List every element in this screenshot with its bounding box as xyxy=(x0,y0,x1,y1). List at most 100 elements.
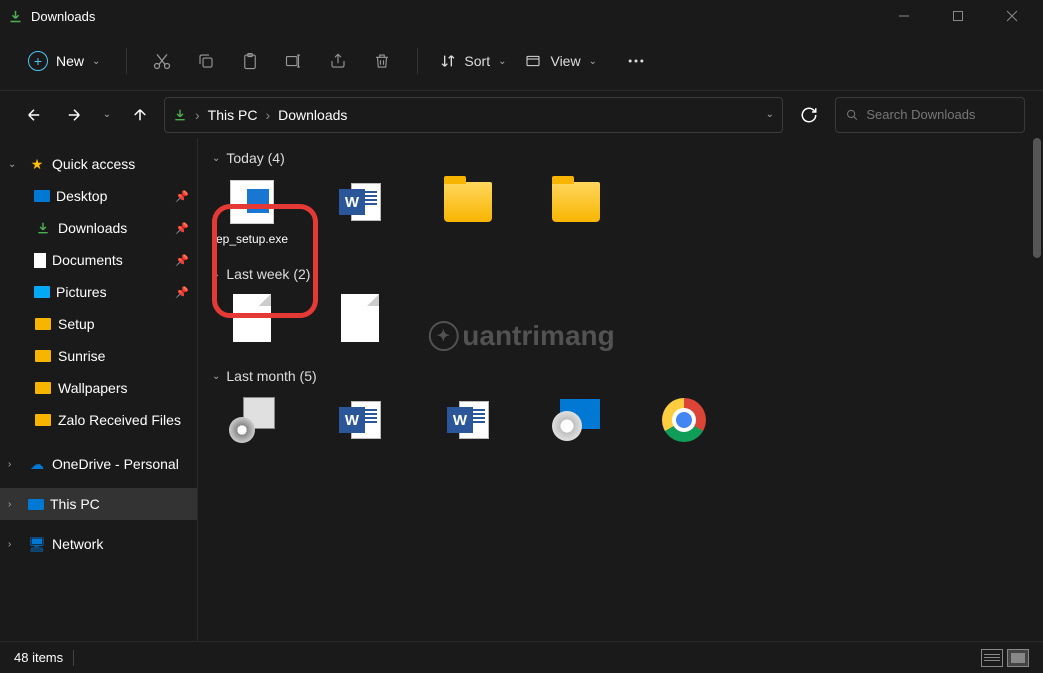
pin-icon: 📌 xyxy=(175,222,189,235)
window-title: Downloads xyxy=(31,9,95,24)
file-icon xyxy=(341,294,379,342)
file-ep-setup[interactable]: ep_setup.exe xyxy=(212,178,292,246)
exe-icon xyxy=(230,180,274,224)
toolbar: + New ⌄ Sort ⌄ View ⌄ xyxy=(0,32,1043,90)
file-word-doc[interactable]: W xyxy=(320,178,400,246)
chevron-down-icon: ⌄ xyxy=(8,159,22,170)
chevron-down-icon: ⌄ xyxy=(212,269,220,280)
onedrive-icon: ☁ xyxy=(28,455,46,473)
group-today-header[interactable]: ⌄ Today (4) xyxy=(212,150,1035,166)
file-blank[interactable] xyxy=(320,294,400,348)
chevron-right-icon: › xyxy=(8,539,22,550)
folder-item[interactable] xyxy=(428,178,508,246)
file-word-doc[interactable]: W xyxy=(320,396,400,450)
chevron-down-icon: ⌄ xyxy=(212,371,220,382)
disc-icon xyxy=(552,399,600,441)
file-icon xyxy=(233,294,271,342)
minimize-button[interactable] xyxy=(881,0,927,32)
pc-icon xyxy=(28,499,44,510)
forward-button[interactable] xyxy=(58,99,90,131)
file-installer[interactable] xyxy=(212,396,292,450)
sidebar-thispc[interactable]: › This PC xyxy=(0,488,197,520)
file-list: ⌄ Today (4) ep_setup.exe W xyxy=(198,138,1043,641)
chrome-icon xyxy=(662,398,706,442)
chevron-right-icon: › xyxy=(8,459,22,470)
more-button[interactable] xyxy=(617,42,655,80)
back-button[interactable] xyxy=(18,99,50,131)
address-bar[interactable]: › This PC › Downloads ⌄ xyxy=(164,97,783,133)
group-lastmonth-header[interactable]: ⌄ Last month (5) xyxy=(212,368,1035,384)
copy-button[interactable] xyxy=(187,42,225,80)
chevron-down-icon: ⌄ xyxy=(589,56,597,67)
maximize-button[interactable] xyxy=(935,0,981,32)
downloads-icon xyxy=(34,219,52,237)
desktop-icon xyxy=(34,190,50,202)
folder-icon xyxy=(34,411,52,429)
paste-button[interactable] xyxy=(231,42,269,80)
sidebar-item-desktop[interactable]: Desktop 📌 xyxy=(0,180,197,212)
folder-icon xyxy=(34,379,52,397)
scrollbar[interactable] xyxy=(1033,138,1041,258)
status-bar: 48 items xyxy=(0,641,1043,673)
pin-icon: 📌 xyxy=(175,286,189,299)
file-word-doc[interactable]: W xyxy=(428,396,508,450)
pin-icon: 📌 xyxy=(175,190,189,203)
separator-icon: › xyxy=(265,107,270,123)
breadcrumb-downloads[interactable]: Downloads xyxy=(278,107,347,123)
close-button[interactable] xyxy=(989,0,1035,32)
sidebar-onedrive[interactable]: › ☁ OneDrive - Personal xyxy=(0,448,197,480)
downloads-icon xyxy=(8,9,23,24)
search-icon xyxy=(846,108,858,122)
sidebar-item-sunrise[interactable]: Sunrise xyxy=(0,340,197,372)
chevron-down-icon: ⌄ xyxy=(92,56,100,67)
new-button[interactable]: + New ⌄ xyxy=(18,45,110,77)
up-button[interactable] xyxy=(124,99,156,131)
details-view-button[interactable] xyxy=(981,649,1003,667)
rename-button[interactable] xyxy=(275,42,313,80)
separator-icon: › xyxy=(195,107,200,123)
chevron-right-icon: › xyxy=(8,499,22,510)
folder-item[interactable] xyxy=(536,178,616,246)
installer-icon xyxy=(229,397,275,443)
sort-button[interactable]: Sort ⌄ xyxy=(434,53,512,69)
sidebar-item-zalo[interactable]: Zalo Received Files xyxy=(0,404,197,436)
view-button[interactable]: View ⌄ xyxy=(518,53,602,69)
sidebar-item-documents[interactable]: Documents 📌 xyxy=(0,244,197,276)
group-lastweek-header[interactable]: ⌄ Last week (2) xyxy=(212,266,1035,282)
word-icon: W xyxy=(339,181,381,223)
pictures-icon xyxy=(34,286,50,298)
sidebar-item-pictures[interactable]: Pictures 📌 xyxy=(0,276,197,308)
folder-icon xyxy=(552,182,600,222)
star-icon: ★ xyxy=(28,155,46,173)
breadcrumb-thispc[interactable]: This PC xyxy=(208,107,258,123)
downloads-icon xyxy=(173,108,187,122)
folder-icon xyxy=(34,315,52,333)
chevron-down-icon: ⌄ xyxy=(212,153,220,164)
file-blank[interactable] xyxy=(212,294,292,348)
share-button[interactable] xyxy=(319,42,357,80)
file-chrome[interactable] xyxy=(644,396,724,450)
search-input[interactable] xyxy=(866,107,1014,122)
cut-button[interactable] xyxy=(143,42,181,80)
sidebar-item-wallpapers[interactable]: Wallpapers xyxy=(0,372,197,404)
sidebar: ⌄ ★ Quick access Desktop 📌 Downloads 📌 D… xyxy=(0,138,198,641)
new-label: New xyxy=(56,53,84,69)
search-box[interactable] xyxy=(835,97,1025,133)
sidebar-quick-access[interactable]: ⌄ ★ Quick access xyxy=(0,148,197,180)
pin-icon: 📌 xyxy=(175,254,189,267)
thumbnails-view-button[interactable] xyxy=(1007,649,1029,667)
chevron-down-icon[interactable]: ⌄ xyxy=(766,109,774,120)
network-icon: 🖥 xyxy=(28,535,46,553)
refresh-button[interactable] xyxy=(791,97,827,133)
sidebar-item-setup[interactable]: Setup xyxy=(0,308,197,340)
nav-bar: ⌄ › This PC › Downloads ⌄ xyxy=(0,90,1043,138)
title-bar: Downloads xyxy=(0,0,1043,32)
word-icon: W xyxy=(447,399,489,441)
delete-button[interactable] xyxy=(363,42,401,80)
file-disc[interactable] xyxy=(536,396,616,450)
sidebar-item-downloads[interactable]: Downloads 📌 xyxy=(0,212,197,244)
chevron-down-icon: ⌄ xyxy=(498,56,506,67)
history-dropdown[interactable]: ⌄ xyxy=(98,99,116,131)
sidebar-network[interactable]: › 🖥 Network xyxy=(0,528,197,560)
item-count: 48 items xyxy=(14,650,63,665)
